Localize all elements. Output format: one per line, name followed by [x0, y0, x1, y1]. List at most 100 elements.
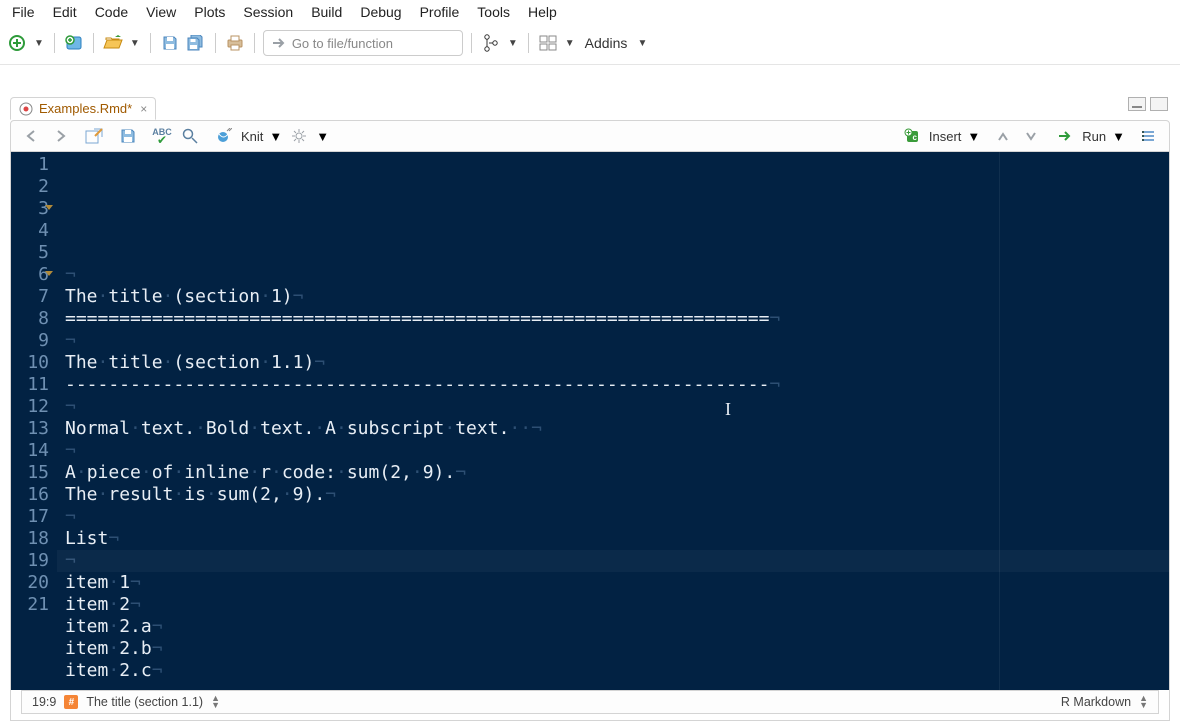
- close-tab-icon[interactable]: ×: [138, 102, 147, 116]
- code-line[interactable]: ¬: [65, 440, 1161, 462]
- line-number: 11: [17, 374, 49, 396]
- line-number: 19: [17, 550, 49, 572]
- code-line[interactable]: List¬: [65, 528, 1161, 550]
- toolbar-separator: [254, 33, 255, 53]
- nav-back-icon[interactable]: [21, 125, 43, 147]
- knit-button[interactable]: Knit: [241, 129, 263, 144]
- toolbar-separator: [528, 33, 529, 53]
- code-line[interactable]: Normal·text.·Bold·text.·A·subscript·text…: [65, 418, 1161, 440]
- print-icon[interactable]: [224, 32, 246, 54]
- toolbar-separator: [54, 33, 55, 53]
- run-button[interactable]: Run: [1082, 129, 1106, 144]
- knit-icon[interactable]: [213, 125, 235, 147]
- toolbar-separator: [215, 33, 216, 53]
- goto-arrow-icon: [272, 37, 286, 49]
- menu-edit[interactable]: Edit: [45, 2, 85, 22]
- insert-button[interactable]: Insert: [929, 129, 962, 144]
- code-line[interactable]: The·title·(section·1)¬: [65, 286, 1161, 308]
- addins-button[interactable]: Addins: [581, 35, 632, 51]
- chunk-next-icon[interactable]: [1020, 125, 1042, 147]
- insert-chunk-icon[interactable]: c: [901, 125, 923, 147]
- maximize-pane-icon[interactable]: [1150, 97, 1168, 111]
- knit-dropdown[interactable]: ▼: [269, 129, 282, 144]
- goto-placeholder: Go to file/function: [292, 36, 393, 51]
- run-icon[interactable]: [1054, 125, 1076, 147]
- addins-dropdown[interactable]: ▼: [635, 38, 649, 49]
- editor-tab-examples-rmd[interactable]: Examples.Rmd* ×: [10, 97, 156, 120]
- line-number: 14: [17, 440, 49, 462]
- line-number: 2: [17, 176, 49, 198]
- show-in-new-window-icon[interactable]: [83, 125, 105, 147]
- code-line[interactable]: ----------------------------------------…: [65, 374, 1161, 396]
- code-line[interactable]: ¬: [65, 396, 1161, 418]
- find-replace-icon[interactable]: [179, 125, 201, 147]
- chunk-prev-icon[interactable]: [992, 125, 1014, 147]
- open-recent-dropdown[interactable]: ▼: [128, 38, 142, 49]
- spellcheck-icon[interactable]: ABC ✔: [151, 125, 173, 147]
- code-line[interactable]: The·result·is·sum(2,·9).¬: [65, 484, 1161, 506]
- open-file-icon[interactable]: [102, 32, 124, 54]
- line-number: 1: [17, 154, 49, 176]
- fold-arrow-icon[interactable]: [45, 271, 53, 276]
- git-icon[interactable]: [480, 32, 502, 54]
- menu-profile[interactable]: Profile: [412, 2, 468, 22]
- code-line[interactable]: The·title·(section·1.1)¬: [65, 352, 1161, 374]
- menu-code[interactable]: Code: [87, 2, 136, 22]
- line-number: 12: [17, 396, 49, 418]
- code-line[interactable]: item·1¬: [65, 572, 1161, 594]
- code-line[interactable]: item·2¬: [65, 594, 1161, 616]
- menu-session[interactable]: Session: [235, 2, 301, 22]
- line-number: 17: [17, 506, 49, 528]
- new-file-icon[interactable]: [6, 32, 28, 54]
- code-line[interactable]: ¬: [65, 330, 1161, 352]
- minimize-pane-icon[interactable]: [1128, 97, 1146, 111]
- code-line[interactable]: A·piece·of·inline·r·code:·sum(2,·9).¬: [65, 462, 1161, 484]
- line-number: 8: [17, 308, 49, 330]
- line-number: 21: [17, 594, 49, 616]
- text-cursor-icon: I: [725, 398, 726, 416]
- menu-tools[interactable]: Tools: [469, 2, 518, 22]
- menu-build[interactable]: Build: [303, 2, 350, 22]
- file-mode-updown-icon[interactable]: ▲▼: [1139, 695, 1148, 709]
- code-line[interactable]: ¬: [65, 264, 1161, 286]
- line-number: 10: [17, 352, 49, 374]
- goto-file-function-input[interactable]: Go to file/function: [263, 30, 463, 56]
- outline-section-picker[interactable]: The title (section 1.1): [86, 695, 203, 709]
- line-number: 4: [17, 220, 49, 242]
- git-dropdown[interactable]: ▼: [506, 38, 520, 49]
- code-line[interactable]: item·2.c¬: [65, 660, 1161, 682]
- save-file-icon[interactable]: [117, 125, 139, 147]
- save-all-icon[interactable]: [185, 32, 207, 54]
- line-number: 20: [17, 572, 49, 594]
- save-icon[interactable]: [159, 32, 181, 54]
- menu-debug[interactable]: Debug: [352, 2, 409, 22]
- fold-arrow-icon[interactable]: [45, 205, 53, 210]
- code-line[interactable]: item·2.b¬: [65, 638, 1161, 660]
- code-line[interactable]: ¬: [65, 682, 1161, 690]
- menu-view[interactable]: View: [138, 2, 184, 22]
- tab-filename: Examples.Rmd*: [39, 101, 132, 116]
- code-line[interactable]: ¬: [65, 506, 1161, 528]
- file-mode-picker[interactable]: R Markdown: [1061, 695, 1131, 709]
- menu-plots[interactable]: Plots: [186, 2, 233, 22]
- new-file-dropdown[interactable]: ▼: [32, 38, 46, 49]
- knit-options-dropdown[interactable]: ▼: [316, 129, 329, 144]
- code-editor[interactable]: 123456789101112131415161718192021 I ¬The…: [11, 152, 1169, 690]
- heading-indicator-icon: #: [64, 695, 78, 709]
- menu-help[interactable]: Help: [520, 2, 565, 22]
- menu-file[interactable]: File: [4, 2, 43, 22]
- margin-guide: [999, 152, 1000, 690]
- code-area[interactable]: I ¬The·title·(section·1)¬===============…: [57, 152, 1169, 690]
- run-dropdown[interactable]: ▼: [1112, 129, 1125, 144]
- new-project-icon[interactable]: [63, 32, 85, 54]
- insert-dropdown[interactable]: ▼: [967, 129, 980, 144]
- nav-forward-icon[interactable]: [49, 125, 71, 147]
- panes-icon[interactable]: [537, 32, 559, 54]
- line-number: 15: [17, 462, 49, 484]
- code-line[interactable]: ========================================…: [65, 308, 1161, 330]
- outline-toggle-icon[interactable]: [1137, 125, 1159, 147]
- panes-dropdown[interactable]: ▼: [563, 38, 577, 49]
- code-line[interactable]: item·2.a¬: [65, 616, 1161, 638]
- knit-options-gear-icon[interactable]: [288, 125, 310, 147]
- outline-section-updown-icon[interactable]: ▲▼: [211, 695, 220, 709]
